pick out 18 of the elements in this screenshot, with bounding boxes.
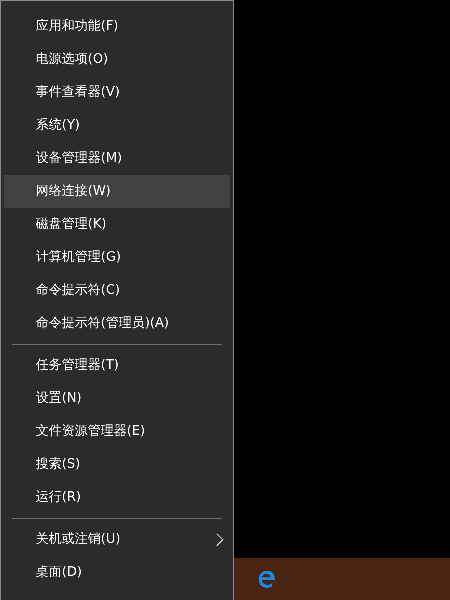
menu-item[interactable]: 设置(N) [4,382,230,415]
menu-item[interactable]: 桌面(D) [4,556,230,589]
menu-item[interactable]: 命令提示符(管理员)(A) [4,307,230,340]
menu-item[interactable]: 系统(Y) [4,109,230,142]
menu-item[interactable]: 任务管理器(T) [4,349,230,382]
menu-item[interactable]: 网络连接(W) [4,175,230,208]
menu-item[interactable]: 运行(R) [4,481,230,514]
menu-item[interactable]: 文件资源管理器(E) [4,415,230,448]
menu-item[interactable]: 磁盘管理(K) [4,208,230,241]
menu-item[interactable]: 事件查看器(V) [4,76,230,109]
menu-item[interactable]: 计算机管理(G) [4,241,230,274]
menu-item[interactable]: 电源选项(O) [4,43,230,76]
menu-item[interactable]: 关机或注销(U) [4,523,230,556]
menu-item[interactable]: 应用和功能(F) [4,10,230,43]
browser-icon[interactable] [256,568,278,590]
menu-item[interactable]: 命令提示符(C) [4,274,230,307]
menu-item[interactable]: 搜索(S) [4,448,230,481]
menu-item[interactable]: 设备管理器(M) [4,142,230,175]
